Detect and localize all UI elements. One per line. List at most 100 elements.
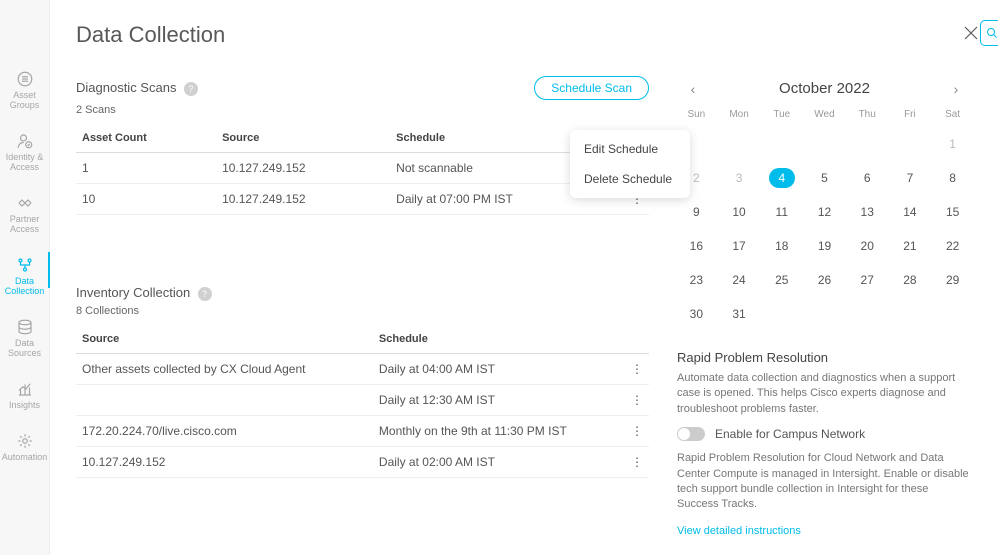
sidebar-item-label: DataSources — [0, 338, 50, 358]
calendar-dow: Sun — [677, 109, 716, 120]
page-title: Data Collection — [76, 22, 972, 48]
cell-schedule: Daily at 04:00 AM IST — [373, 354, 625, 385]
calendar-day[interactable]: 14 — [891, 202, 930, 222]
rapid-link[interactable]: View detailed instructions — [677, 525, 801, 537]
row-menu-icon[interactable]: ⋮ — [625, 416, 649, 447]
calendar-day[interactable]: 16 — [677, 236, 716, 256]
row-menu-icon[interactable]: ⋮ — [625, 385, 649, 416]
calendar-title: October 2022 — [779, 80, 870, 97]
row-menu-icon[interactable]: ⋮ — [625, 354, 649, 385]
calendar-day[interactable]: 31 — [720, 304, 759, 324]
calendar-day[interactable]: 25 — [762, 270, 801, 290]
calendar-day[interactable]: 20 — [848, 236, 887, 256]
calendar-dow: Sat — [933, 109, 972, 120]
cell-source: 10.127.249.152 — [76, 447, 373, 478]
calendar-dow: Thu — [848, 109, 887, 120]
sidebar-item-partner-access[interactable]: PartnerAccess — [0, 194, 50, 234]
sidebar-item-asset-groups[interactable]: AssetGroups — [0, 70, 50, 110]
calendar-grid: SunMonTueWedThuFriSat1234567891011121314… — [677, 109, 972, 324]
calendar-day[interactable]: 10 — [720, 202, 759, 222]
calendar-day[interactable]: 4 — [769, 168, 795, 188]
row-menu-popover: Edit Schedule Delete Schedule — [570, 130, 690, 198]
cell-source: 10.127.249.152 — [216, 184, 390, 215]
help-icon[interactable]: ? — [184, 82, 198, 96]
close-icon[interactable] — [962, 24, 980, 42]
schedule-scan-button[interactable]: Schedule Scan — [534, 76, 649, 100]
search-button[interactable] — [980, 20, 998, 46]
sidebar-item-label: Identity &Access — [0, 152, 50, 172]
column-header: Schedule — [373, 325, 625, 354]
cell-asset_count: 10 — [76, 184, 216, 215]
calendar-day[interactable]: 8 — [933, 168, 972, 188]
calendar-day[interactable]: 7 — [891, 168, 930, 188]
calendar-day[interactable]: 3 — [720, 168, 759, 188]
column-header: Asset Count — [76, 124, 216, 153]
calendar-day[interactable]: 15 — [933, 202, 972, 222]
calendar-day[interactable]: 13 — [848, 202, 887, 222]
sidebar-item-label: DataCollection — [0, 276, 50, 296]
cell-schedule: Daily at 12:30 AM IST — [373, 385, 625, 416]
cell-schedule: Daily at 02:00 AM IST — [373, 447, 625, 478]
cell-source: 10.127.249.152 — [216, 153, 390, 184]
sidebar-item-automation[interactable]: Automation — [0, 432, 50, 462]
calendar-dow: Mon — [720, 109, 759, 120]
rapid-toggle[interactable] — [677, 427, 705, 441]
calendar-day[interactable]: 27 — [848, 270, 887, 290]
calendar-day[interactable]: 5 — [805, 168, 844, 188]
diagnostic-table: Asset CountSourceSchedule 110.127.249.15… — [76, 124, 649, 215]
calendar-day[interactable]: 28 — [891, 270, 930, 290]
calendar-day[interactable]: 29 — [933, 270, 972, 290]
cal-prev-icon[interactable]: ‹ — [683, 81, 703, 97]
gear-cycle-icon — [16, 432, 34, 450]
rapid-desc: Automate data collection and diagnostics… — [677, 371, 972, 417]
calendar-dow: Fri — [891, 109, 930, 120]
sidebar-item-label: Insights — [0, 400, 50, 410]
delete-schedule-item[interactable]: Delete Schedule — [570, 164, 690, 194]
branch-icon — [16, 256, 34, 274]
calendar-day[interactable]: 1 — [933, 134, 972, 154]
sidebar-item-insights[interactable]: Insights — [0, 380, 50, 410]
edit-schedule-item[interactable]: Edit Schedule — [570, 134, 690, 164]
handshake-icon — [16, 194, 34, 212]
calendar-day[interactable]: 12 — [805, 202, 844, 222]
table-row: 172.20.224.70/live.cisco.comMonthly on t… — [76, 416, 649, 447]
cal-next-icon[interactable]: › — [946, 81, 966, 97]
row-menu-icon[interactable]: ⋮ — [625, 447, 649, 478]
calendar-day[interactable]: 26 — [805, 270, 844, 290]
circle-list-icon — [16, 70, 34, 88]
sidebar-item-label: PartnerAccess — [0, 214, 50, 234]
cell-source — [76, 385, 373, 416]
table-row: 10.127.249.152Daily at 02:00 AM IST⋮ — [76, 447, 649, 478]
calendar-day[interactable]: 17 — [720, 236, 759, 256]
sidebar-item-data-collection[interactable]: DataCollection — [0, 256, 50, 296]
calendar-day[interactable]: 11 — [762, 202, 801, 222]
cell-schedule: Monthly on the 9th at 11:30 PM IST — [373, 416, 625, 447]
calendar-day[interactable]: 6 — [848, 168, 887, 188]
table-row: Daily at 12:30 AM IST⋮ — [76, 385, 649, 416]
calendar-day[interactable]: 24 — [720, 270, 759, 290]
inventory-count: 8 Collections — [76, 305, 649, 317]
rapid-toggle-label: Enable for Campus Network — [715, 427, 865, 441]
calendar-day[interactable]: 19 — [805, 236, 844, 256]
inventory-title: Inventory Collection — [76, 285, 190, 300]
calendar-day[interactable]: 23 — [677, 270, 716, 290]
cell-source: Other assets collected by CX Cloud Agent — [76, 354, 373, 385]
cell-asset_count: 1 — [76, 153, 216, 184]
calendar-day[interactable]: 22 — [933, 236, 972, 256]
sidebar-item-data-sources[interactable]: DataSources — [0, 318, 50, 358]
cell-source: 172.20.224.70/live.cisco.com — [76, 416, 373, 447]
calendar-day[interactable]: 9 — [677, 202, 716, 222]
help-icon[interactable]: ? — [198, 287, 212, 301]
sidebar-item-label: Automation — [0, 452, 50, 462]
inventory-table: SourceSchedule Other assets collected by… — [76, 325, 649, 478]
stack-icon — [16, 318, 34, 336]
sidebar-item-identity-access[interactable]: Identity &Access — [0, 132, 50, 172]
sidebar-item-label: AssetGroups — [0, 90, 50, 110]
calendar-day[interactable]: 30 — [677, 304, 716, 324]
calendar-day[interactable]: 21 — [891, 236, 930, 256]
table-row: 110.127.249.152Not scannable⋮ — [76, 153, 649, 184]
column-header: Source — [76, 325, 373, 354]
table-row: 1010.127.249.152Daily at 07:00 PM IST⋮ — [76, 184, 649, 215]
calendar-day[interactable]: 18 — [762, 236, 801, 256]
user-check-icon — [16, 132, 34, 150]
